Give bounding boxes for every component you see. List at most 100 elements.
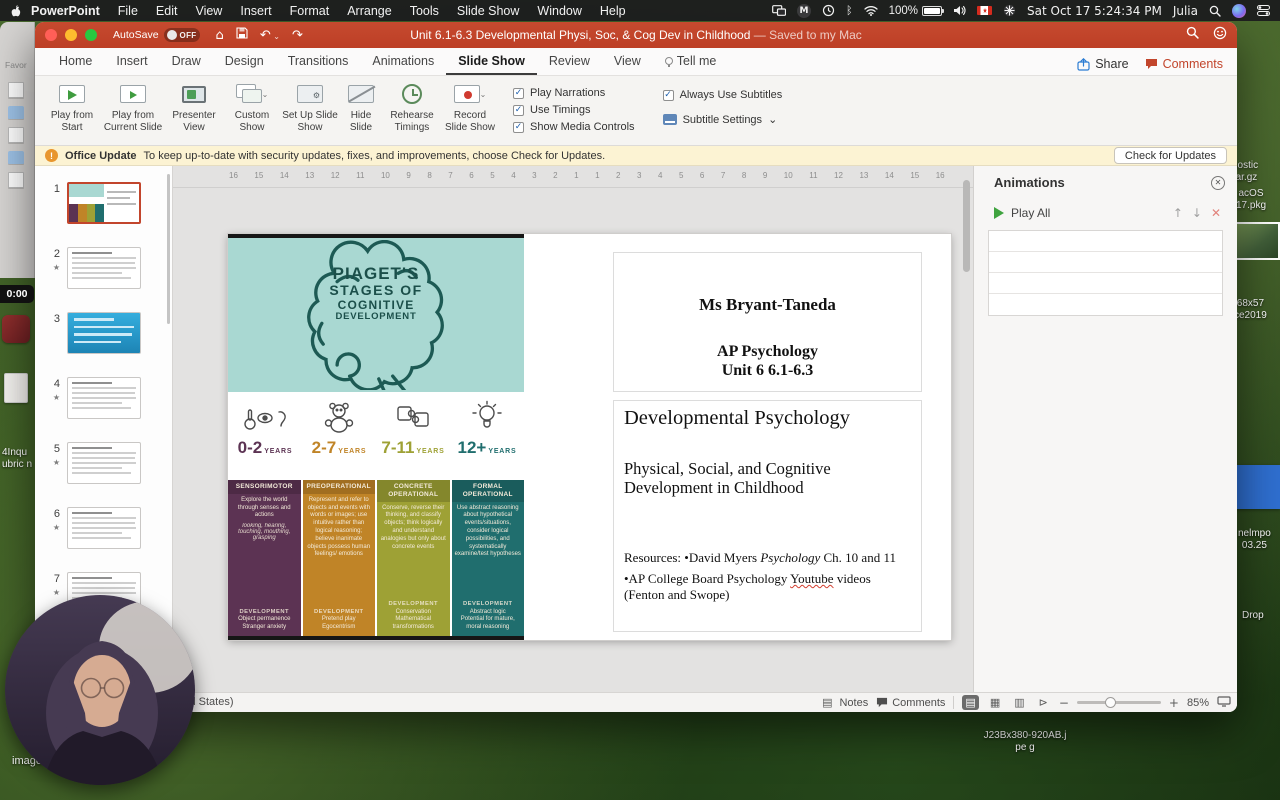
undo-icon[interactable]: ↶ ⌄ (260, 28, 280, 43)
remove-animation-icon[interactable]: ✕ (1211, 206, 1221, 220)
menu-edit[interactable]: Edit (147, 4, 187, 18)
slideshow-view-button[interactable]: ⊳ (1036, 695, 1051, 710)
set-up-slide-show-button[interactable]: ⚙ Set Up Slide Show (282, 81, 338, 133)
slide-thumbnail-preview[interactable] (67, 312, 141, 354)
slide-thumbnail-5[interactable]: 5 ★ (35, 442, 172, 484)
normal-view-button[interactable]: ▤ (962, 695, 979, 710)
slide-thumbnail-1[interactable]: 1 (35, 182, 172, 224)
red-app-icon[interactable] (2, 315, 30, 343)
use-timings-checkbox[interactable]: ✓ Use Timings (513, 104, 635, 116)
slide-thumbnail-preview[interactable] (67, 507, 141, 549)
apple-logo-icon[interactable] (10, 4, 22, 18)
animation-list-row[interactable] (989, 252, 1222, 273)
always-use-subtitles-checkbox[interactable]: ✓ Always Use Subtitles (662, 89, 782, 101)
desktop-photo-thumbnail[interactable] (1233, 222, 1280, 260)
time-machine-icon[interactable] (822, 4, 835, 17)
subtitle-settings-button[interactable]: Subtitle Settings ⌄ (662, 113, 783, 126)
menu-insert[interactable]: Insert (231, 4, 280, 18)
thumbnail-scrollbar[interactable] (167, 174, 170, 324)
accessibility-icon[interactable] (1003, 4, 1016, 17)
desktop-file-ce2019[interactable]: 68x57 ce2019 (1234, 298, 1267, 322)
animation-list-row[interactable] (989, 294, 1222, 315)
play-narrations-checkbox[interactable]: ✓ Play Narrations (513, 87, 635, 99)
menu-format[interactable]: Format (281, 4, 339, 18)
spotlight-icon[interactable] (1209, 5, 1221, 17)
slide-thumbnail-preview[interactable] (67, 442, 141, 484)
comments-statusbar-button[interactable]: Comments (876, 697, 945, 709)
tab-animations[interactable]: Animations (360, 49, 446, 75)
menu-powerpoint[interactable]: PowerPoint (22, 4, 109, 18)
slide-thumbnail-preview[interactable] (67, 247, 141, 289)
slide-canvas[interactable]: PIAGET'S STAGES OF COGNITIVE DEVELOPMENT… (227, 233, 952, 641)
search-icon[interactable] (1186, 26, 1199, 44)
zoom-in-icon[interactable]: + (1169, 696, 1179, 710)
home-icon[interactable]: ⌂ (216, 28, 224, 43)
menubar-clock[interactable]: Sat Oct 17 5:24:34 PM (1027, 4, 1162, 18)
tab-home[interactable]: Home (47, 49, 104, 75)
slide-thumbnail-2[interactable]: 2 ★ (35, 247, 172, 289)
menu-slide-show[interactable]: Slide Show (448, 4, 529, 18)
share-button[interactable]: Share (1077, 57, 1129, 71)
fit-to-window-icon[interactable] (1217, 695, 1231, 710)
desktop-drop-label[interactable]: Drop (1242, 610, 1264, 622)
zoom-slider-thumb[interactable] (1105, 697, 1117, 708)
tab-review[interactable]: Review (537, 49, 602, 75)
play-from-current-slide-button[interactable]: Play from Current Slide (102, 81, 164, 133)
autosave-toggle[interactable]: OFF (163, 28, 200, 42)
check-for-updates-button[interactable]: Check for Updates (1113, 147, 1227, 164)
zoom-percent[interactable]: 85% (1187, 697, 1209, 709)
redo-icon[interactable]: ↷ (292, 28, 303, 43)
rehearse-timings-button[interactable]: Rehearse Timings (384, 81, 440, 133)
desktop-file-pkg[interactable]: acOS 17.pkg (1236, 188, 1266, 212)
wifi-icon[interactable] (863, 5, 878, 16)
slide-editor-area[interactable]: 16 15 14 13 12 11 10 9 8 7 6 5 4 3 2 1 1 2 3 4 5 6 7 8 9 10 11 12 13… (173, 166, 973, 692)
menu-arrange[interactable]: Arrange (338, 4, 400, 18)
tab-transitions[interactable]: Transitions (276, 49, 361, 75)
desktop-blue-window-thumbnail[interactable] (1230, 465, 1280, 509)
fast-user-switching[interactable]: Julia (1173, 4, 1198, 18)
finder-window-edge[interactable]: Favor (0, 22, 35, 278)
animation-list-row[interactable] (989, 231, 1222, 252)
finder-item-icon[interactable] (8, 127, 24, 143)
menu-tools[interactable]: Tools (401, 4, 448, 18)
minimize-window-button[interactable] (65, 29, 77, 41)
animation-list-row[interactable] (989, 273, 1222, 294)
desktop-file-label[interactable]: 4Inqu ubric n (2, 447, 32, 471)
close-window-button[interactable] (45, 29, 57, 41)
tab-view[interactable]: View (602, 49, 653, 75)
play-all-icon[interactable] (994, 207, 1004, 219)
feedback-smiley-icon[interactable] (1213, 26, 1227, 45)
zoom-slider[interactable] (1076, 697, 1161, 708)
move-up-icon[interactable]: ↑ (1173, 206, 1183, 220)
comments-button[interactable]: Comments (1145, 57, 1223, 71)
play-from-start-button[interactable]: Play from Start (44, 81, 100, 133)
move-down-icon[interactable]: ↓ (1192, 206, 1202, 220)
tab-draw[interactable]: Draw (160, 49, 213, 75)
desktop-document-icon[interactable] (4, 373, 28, 403)
slide-sorter-view-button[interactable]: ▦ (987, 695, 1003, 710)
battery-indicator[interactable]: 100% (889, 5, 945, 17)
reading-view-button[interactable]: ▥ (1011, 695, 1027, 710)
m-app-icon[interactable]: M (796, 3, 811, 18)
finder-item-icon[interactable] (8, 82, 24, 98)
menu-file[interactable]: File (109, 4, 147, 18)
custom-show-button[interactable]: ⌄ Custom Show (224, 81, 280, 133)
body-textbox[interactable]: Developmental Psychology Physical, Socia… (613, 400, 922, 632)
show-media-controls-checkbox[interactable]: ✓ Show Media Controls (513, 121, 635, 133)
animation-list[interactable] (988, 230, 1223, 316)
slide-thumbnail-6[interactable]: 6 ★ (35, 507, 172, 549)
menu-view[interactable]: View (186, 4, 231, 18)
zoom-out-icon[interactable]: − (1059, 696, 1069, 710)
siri-icon[interactable] (1232, 3, 1246, 18)
notes-button[interactable]: ▤ Notes (819, 695, 868, 710)
hide-slide-button[interactable]: Hide Slide (340, 81, 382, 133)
slide-thumbnail-preview[interactable] (67, 182, 141, 224)
presenter-view-button[interactable]: Presenter View (166, 81, 222, 133)
finder-folder-icon[interactable] (8, 151, 24, 164)
finder-folder-icon[interactable] (8, 106, 24, 119)
bluetooth-icon[interactable]: ᛒ (846, 4, 853, 17)
menu-help[interactable]: Help (591, 4, 635, 18)
play-all-label[interactable]: Play All (1011, 206, 1050, 220)
slide-thumbnail-preview[interactable] (67, 377, 141, 419)
finder-item-icon[interactable] (8, 172, 24, 188)
